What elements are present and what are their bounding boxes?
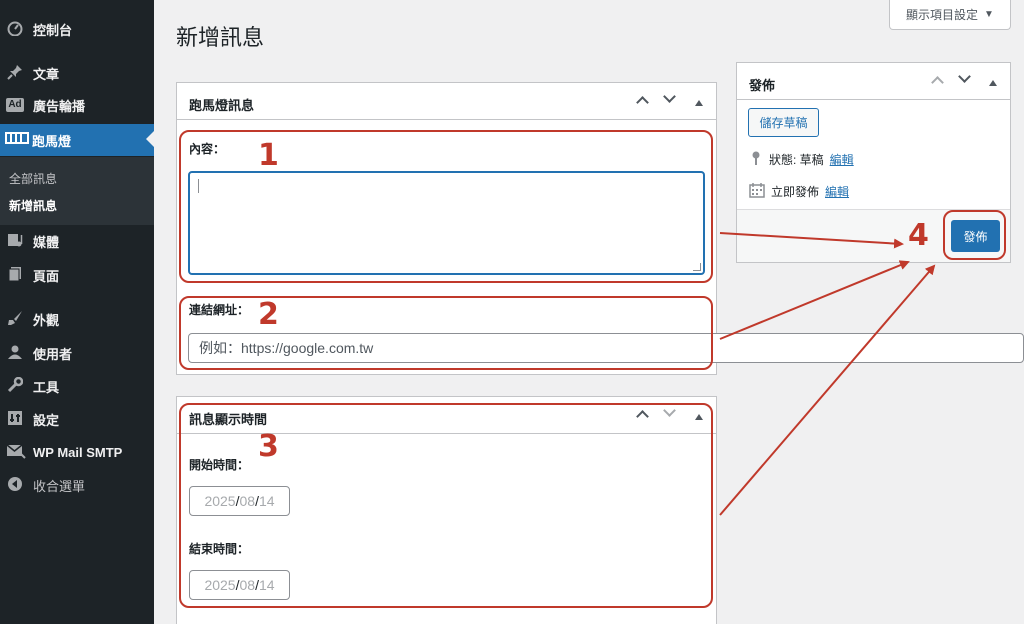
annotation-number-4: 4 [908, 218, 929, 253]
menu-item-pages[interactable]: 頁面 [0, 260, 154, 290]
arrow-3-to-publish [719, 264, 936, 516]
edit-status-link[interactable]: 編輯 [830, 151, 854, 168]
menu-item-posts[interactable]: 文章 [0, 58, 154, 88]
menu-item-wp-mail-smtp[interactable]: WP Mail SMTP [0, 437, 154, 467]
menu-item-ad-carousel[interactable]: Ad 廣告輪播 [0, 90, 154, 120]
submenu-add-message[interactable]: 新增訊息 [9, 197, 57, 214]
pin-icon [749, 150, 763, 169]
brush-icon [6, 310, 24, 328]
annotation-number-2: 2 [258, 297, 279, 332]
user-icon [6, 344, 24, 362]
annotation-box-4 [943, 210, 1006, 260]
menu-label: 文章 [33, 66, 60, 82]
menu-item-media[interactable]: 媒體 [0, 226, 154, 256]
move-up-icon[interactable] [633, 92, 651, 110]
menu-label: 媒體 [33, 234, 60, 250]
menu-label: 控制台 [33, 22, 73, 38]
annotation-number-3: 3 [258, 429, 279, 464]
marquee-icon [5, 131, 29, 149]
move-down-icon[interactable] [955, 70, 973, 88]
schedule-text: 立即發佈 [771, 185, 820, 199]
mail-icon [6, 443, 26, 461]
menu-label: 廣告輪播 [33, 98, 86, 114]
menu-item-dashboard[interactable]: 控制台 [0, 14, 154, 44]
postbox-title: 發佈 [749, 78, 776, 93]
settings-icon [6, 410, 24, 428]
screen-options-label: 顯示項目設定 [906, 8, 979, 22]
caret-down-icon: ▼ [984, 9, 994, 20]
menu-item-collapse[interactable]: 收合選單 [0, 470, 154, 500]
edit-schedule-link[interactable]: 編輯 [825, 183, 849, 200]
menu-label: 使用者 [33, 346, 73, 362]
wrench-icon [6, 376, 24, 395]
status-text: 狀態: 草稿 [769, 153, 824, 167]
active-menu-arrow [146, 131, 154, 147]
dashboard-icon [6, 20, 24, 38]
submenu: 全部訊息 新增訊息 [0, 157, 154, 225]
menu-label: 設定 [33, 412, 60, 428]
annotation-number-1: 1 [258, 138, 279, 173]
collapse-icon [6, 476, 24, 494]
menu-label: 頁面 [33, 268, 60, 284]
postbox-header: 跑馬燈訊息 [177, 83, 716, 120]
screen-options-button[interactable]: 顯示項目設定 ▼ [889, 0, 1011, 30]
menu-label: 跑馬燈 [32, 133, 72, 149]
page-icon [6, 266, 24, 284]
pin-icon [6, 64, 24, 82]
toggle-panel-icon[interactable] [984, 75, 1002, 89]
menu-item-users[interactable]: 使用者 [0, 338, 154, 368]
arrow-2-to-publish [719, 260, 910, 340]
menu-item-appearance[interactable]: 外觀 [0, 304, 154, 334]
postbox-header: 發佈 [737, 63, 1010, 100]
move-down-icon[interactable] [660, 90, 678, 108]
calendar-icon [749, 182, 765, 201]
status-row: 狀態: 草稿 編輯 [749, 150, 854, 169]
save-draft-button[interactable]: 儲存草稿 [748, 108, 819, 137]
ad-icon: Ad [6, 98, 24, 112]
page-title: 新增訊息 [176, 25, 265, 50]
menu-item-marquee[interactable]: 跑馬燈 [0, 124, 154, 156]
submenu-all-messages[interactable]: 全部訊息 [9, 170, 57, 187]
menu-label: 外觀 [33, 312, 60, 328]
move-up-icon[interactable] [928, 72, 946, 90]
menu-label: WP Mail SMTP [33, 444, 123, 460]
admin-sidebar: 控制台 文章 Ad 廣告輪播 跑馬燈 全部訊息 新增訊息 媒體 頁面 外觀 使用… [0, 0, 154, 624]
media-icon [6, 232, 24, 250]
menu-label: 收合選單 [33, 478, 86, 494]
menu-label: 工具 [33, 379, 60, 395]
menu-item-settings[interactable]: 設定 [0, 404, 154, 434]
schedule-row: 立即發佈 編輯 [749, 182, 849, 201]
menu-item-tools[interactable]: 工具 [0, 371, 154, 401]
toggle-panel-icon[interactable] [690, 95, 708, 109]
postbox-title: 跑馬燈訊息 [189, 98, 255, 113]
